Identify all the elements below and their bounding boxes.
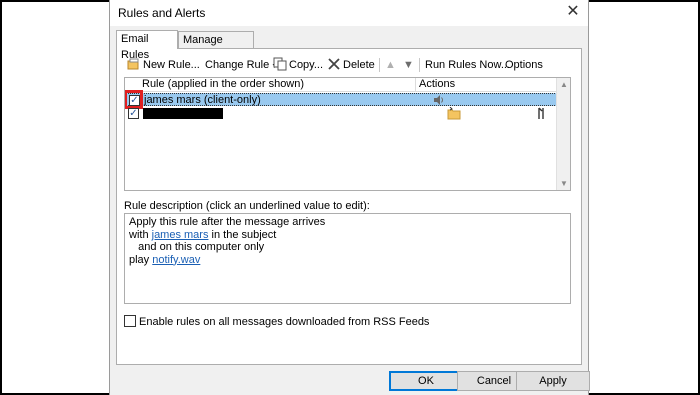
rules-toolbar: New Rule... Change Rule▼ Copy... Delete … [127,57,577,73]
rule-row[interactable]: ✓ [125,107,557,120]
description-line: with james mars in the subject [129,229,566,242]
subject-value-link[interactable]: james mars [152,229,209,241]
sound-file-link[interactable]: notify.wav [152,254,200,266]
rule-description-box: Apply this rule after the message arrive… [124,213,571,304]
rules-list: Rule (applied in the order shown) Action… [124,77,571,191]
rules-list-scrollbar[interactable]: ▲ ▼ [556,78,570,190]
email-rules-panel: New Rule... Change Rule▼ Copy... Delete … [116,48,582,365]
change-rule-button[interactable]: Change Rule▼ [205,57,278,73]
scroll-down-icon[interactable]: ▼ [557,179,570,188]
change-rule-label: Change Rule [205,59,270,71]
window-title: Rules and Alerts [118,6,206,20]
arrow-up-icon: ▲ [385,59,396,71]
rss-rules-option[interactable]: Enable rules on all messages downloaded … [124,315,429,329]
delete-icon [328,58,340,70]
close-button[interactable]: ✕ [562,2,584,22]
column-header-rule[interactable]: Rule (applied in the order shown) [139,78,415,92]
folder-move-icon [447,107,461,120]
description-line: Apply this rule after the message arrive… [129,216,326,228]
sound-icon [434,95,443,105]
description-text: with [129,228,152,241]
description-line: and on this computer only [129,241,265,253]
exception-icon [538,107,544,119]
description-text: play [129,253,153,266]
rule-name: james mars (client-only) [144,94,261,106]
apply-button[interactable]: Apply [516,371,590,391]
scroll-up-icon[interactable]: ▲ [557,80,570,89]
ok-button[interactable]: OK [389,371,463,391]
tab-email-rules[interactable]: Email Rules [116,30,178,61]
delete-button[interactable]: Delete [327,57,375,73]
arrow-down-icon: ▼ [403,59,414,71]
description-line: play notify.wav [129,254,566,267]
column-header-actions[interactable]: Actions [415,78,557,92]
tab-manage-alerts[interactable]: Manage Alerts [178,31,254,62]
redacted-rule-name [143,108,223,119]
copy-icon [273,57,287,71]
toolbar-separator [379,58,380,72]
rule-enabled-checkbox[interactable]: ✓ [128,108,139,119]
run-rules-now-button[interactable]: Run Rules Now... [425,57,510,73]
move-down-button[interactable]: ▼ [403,57,414,73]
toolbar-separator [419,58,420,72]
copy-button[interactable]: Copy... [273,57,323,73]
title-bar: Rules and Alerts ✕ [110,0,588,26]
rss-rules-label: Enable rules on all messages downloaded … [139,316,430,328]
rules-and-alerts-dialog: Rules and Alerts ✕ Email Rules Manage Al… [109,0,590,395]
description-text: in the subject [208,228,277,241]
rss-rules-checkbox[interactable] [124,315,136,327]
move-up-button[interactable]: ▲ [385,57,396,73]
rule-row[interactable]: ✓ james mars (client-only) [125,90,557,109]
rules-list-header: Rule (applied in the order shown) Action… [125,78,557,92]
delete-label: Delete [343,59,375,71]
copy-label: Copy... [289,59,324,71]
options-button[interactable]: Options [505,57,543,73]
rule-description-label: Rule description (click an underlined va… [124,200,370,212]
new-rule-label: New Rule... [143,59,200,71]
